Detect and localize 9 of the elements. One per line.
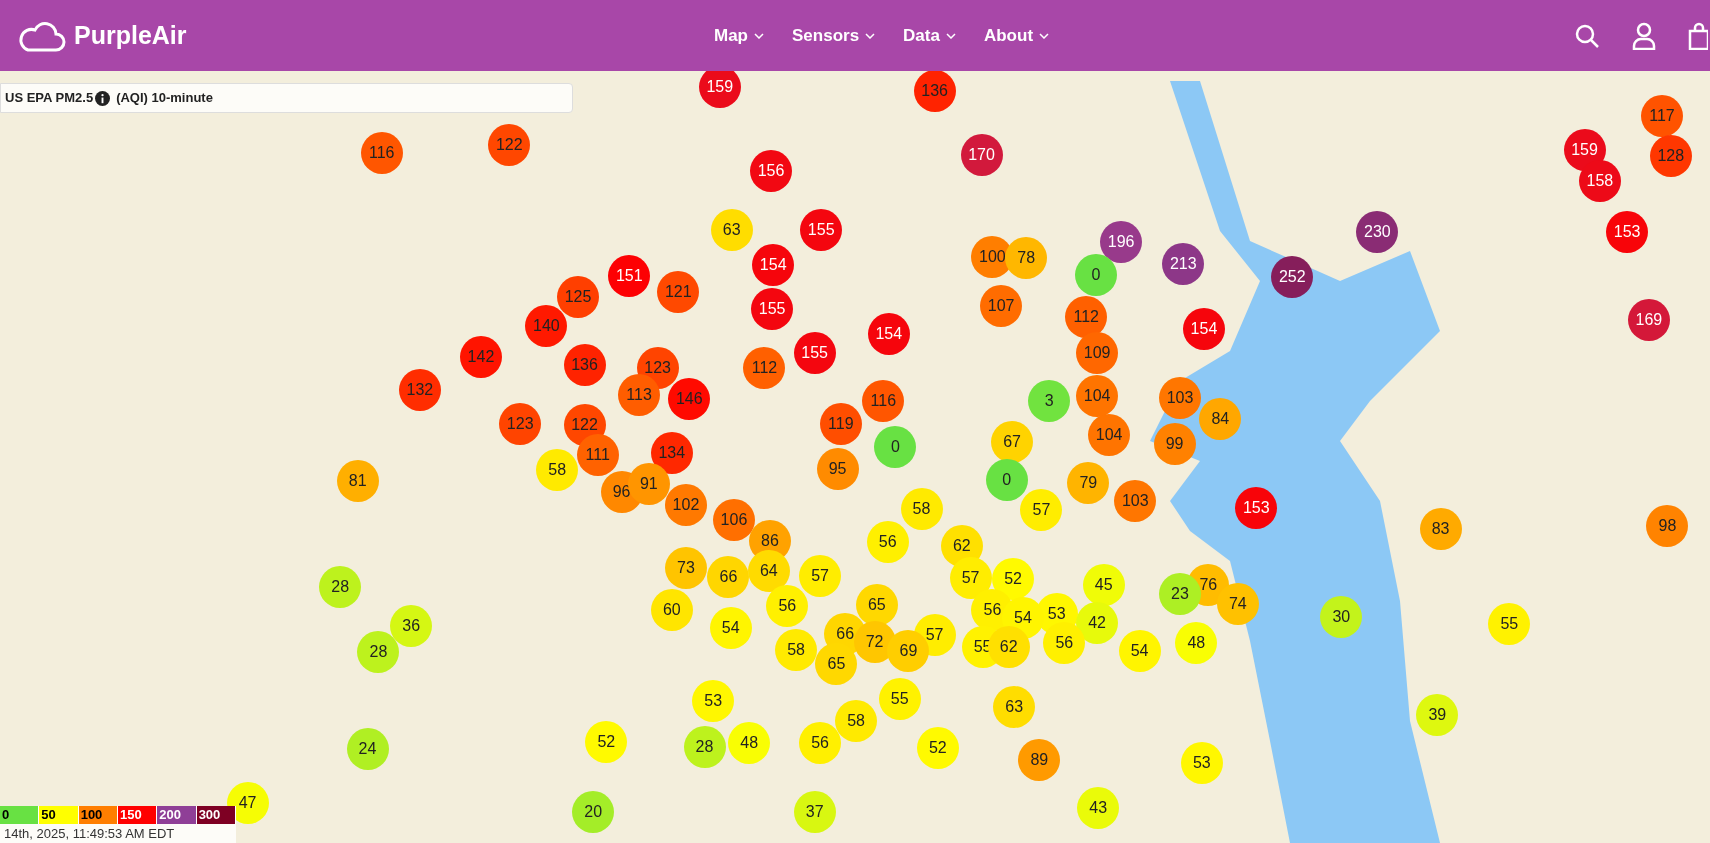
layer-suffix: (AQI) 10-minute xyxy=(116,89,213,108)
legend-segment: 200 xyxy=(157,805,197,824)
layer-label: US EPA PM2.5 xyxy=(5,89,94,108)
timestamp: 14th, 2025, 11:49:53 AM EDT xyxy=(0,823,236,843)
legend-segment: 0 xyxy=(0,805,40,824)
legend-segment: 300 xyxy=(196,805,236,824)
legend-segment: 50 xyxy=(39,805,79,824)
legend-segment: 100 xyxy=(78,805,118,824)
legend-segment: 150 xyxy=(118,805,158,824)
